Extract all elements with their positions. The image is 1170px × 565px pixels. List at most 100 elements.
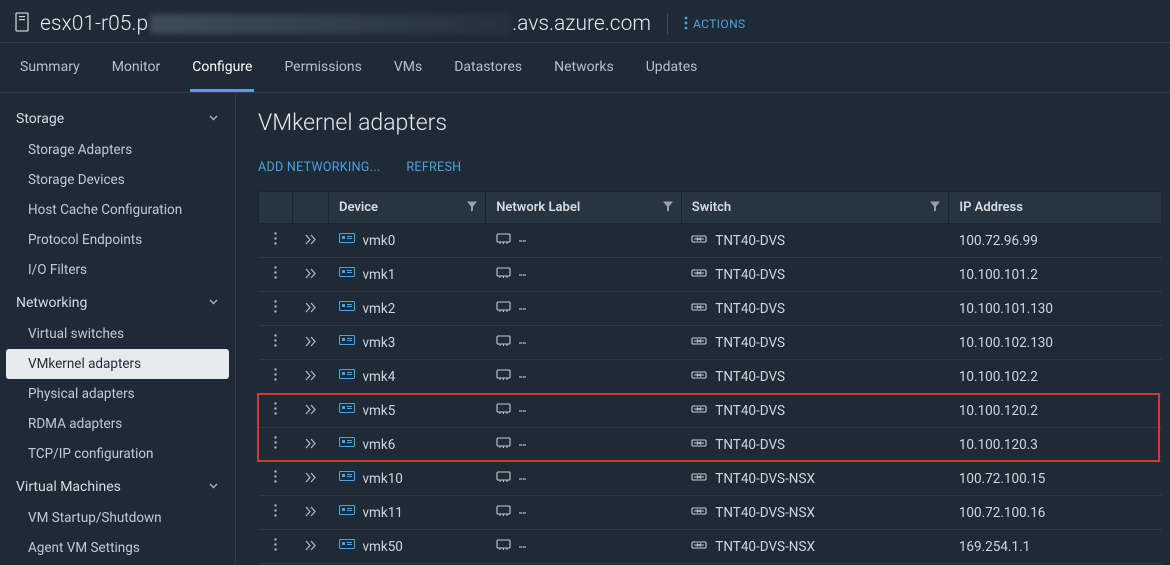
sidebar-group-virtual-machines[interactable]: Virtual Machines	[0, 469, 235, 503]
table-row[interactable]: vmk6--TNT40-DVS10.100.120.3	[259, 428, 1162, 462]
host-obscured	[150, 14, 510, 34]
row-expand[interactable]	[293, 496, 329, 530]
cell-switch: TNT40-DVS-NSX	[681, 530, 949, 564]
row-actions[interactable]	[259, 462, 293, 496]
nic-icon	[339, 403, 355, 419]
switch-icon	[691, 233, 707, 249]
sidebar-item-rdma-adapters[interactable]: RDMA adapters	[0, 409, 235, 439]
row-expand[interactable]	[293, 258, 329, 292]
tab-summary[interactable]: Summary	[18, 49, 82, 92]
add-networking-button[interactable]: ADD NETWORKING...	[258, 160, 380, 175]
sidebar-item-vmkernel-adapters[interactable]: VMkernel adapters	[6, 349, 229, 379]
cell-switch: TNT40-DVS	[681, 326, 949, 360]
row-actions[interactable]	[259, 292, 293, 326]
cell-switch: TNT40-DVS-NSX	[681, 462, 949, 496]
table-row[interactable]: vmk11--TNT40-DVS-NSX100.72.100.16	[259, 496, 1162, 530]
page-header: esx01-r05.p .avs.azure.com ACTIONS	[0, 0, 1170, 43]
sidebar-item-i-o-filters[interactable]: I/O Filters	[0, 255, 235, 285]
sidebar-item-tcp-ip-configuration[interactable]: TCP/IP configuration	[0, 439, 235, 469]
sidebar-item-storage-devices[interactable]: Storage Devices	[0, 165, 235, 195]
row-expand[interactable]	[293, 394, 329, 428]
table-row[interactable]: vmk3--TNT40-DVS10.100.102.130	[259, 326, 1162, 360]
row-expand[interactable]	[293, 326, 329, 360]
row-actions[interactable]	[259, 394, 293, 428]
chevron-down-icon	[208, 295, 219, 311]
sidebar-group-networking[interactable]: Networking	[0, 285, 235, 319]
cell-device: vmk50	[329, 530, 486, 564]
cell-device: vmk1	[329, 258, 486, 292]
table-row[interactable]: vmk50--TNT40-DVS-NSX169.254.1.1	[259, 530, 1162, 564]
row-actions[interactable]	[259, 428, 293, 462]
row-actions[interactable]	[259, 326, 293, 360]
sidebar-item-protocol-endpoints[interactable]: Protocol Endpoints	[0, 225, 235, 255]
row-expand[interactable]	[293, 292, 329, 326]
content-actions: ADD NETWORKING... REFRESH	[258, 160, 1162, 175]
col-switch[interactable]: Switch	[681, 192, 949, 224]
table-row[interactable]: vmk10--TNT40-DVS-NSX100.72.100.15	[259, 462, 1162, 496]
tab-datastores[interactable]: Datastores	[452, 49, 524, 92]
actions-label: ACTIONS	[693, 17, 746, 31]
cell-device: vmk4	[329, 360, 486, 394]
row-actions[interactable]	[259, 496, 293, 530]
table-row[interactable]: vmk4--TNT40-DVS10.100.102.2	[259, 360, 1162, 394]
switch-icon	[691, 301, 707, 317]
table-row[interactable]: vmk2--TNT40-DVS10.100.101.130	[259, 292, 1162, 326]
row-expand[interactable]	[293, 428, 329, 462]
sidebar-item-vm-startup-shutdown[interactable]: VM Startup/Shutdown	[0, 503, 235, 533]
nic-icon	[339, 267, 355, 283]
tab-networks[interactable]: Networks	[552, 49, 616, 92]
sidebar-group-storage[interactable]: Storage	[0, 101, 235, 135]
row-expand[interactable]	[293, 530, 329, 564]
portgroup-icon	[496, 301, 511, 317]
switch-icon	[691, 437, 707, 453]
cell-network-label: --	[486, 224, 682, 258]
chevron-down-icon	[208, 479, 219, 495]
tab-monitor[interactable]: Monitor	[110, 49, 163, 92]
row-expand[interactable]	[293, 224, 329, 258]
filter-icon[interactable]	[467, 200, 477, 215]
row-actions[interactable]	[259, 360, 293, 394]
cell-switch: TNT40-DVS	[681, 258, 949, 292]
actions-icon	[684, 16, 688, 33]
filter-icon[interactable]	[930, 200, 940, 215]
tab-vms[interactable]: VMs	[392, 49, 424, 92]
cell-switch: TNT40-DVS	[681, 428, 949, 462]
cell-ip: 169.254.1.1	[949, 530, 1162, 564]
tab-configure[interactable]: Configure	[190, 49, 254, 92]
table-row[interactable]: vmk1--TNT40-DVS10.100.101.2	[259, 258, 1162, 292]
nic-icon	[339, 369, 355, 385]
sidebar-item-virtual-switches[interactable]: Virtual switches	[0, 319, 235, 349]
row-actions[interactable]	[259, 224, 293, 258]
nic-icon	[339, 437, 355, 453]
col-device[interactable]: Device	[329, 192, 486, 224]
col-network-label[interactable]: Network Label	[486, 192, 682, 224]
portgroup-icon	[496, 437, 511, 453]
cell-switch: TNT40-DVS	[681, 292, 949, 326]
cell-ip: 100.72.100.16	[949, 496, 1162, 530]
col-ip[interactable]: IP Address	[949, 192, 1162, 224]
portgroup-icon	[496, 403, 511, 419]
row-actions[interactable]	[259, 530, 293, 564]
row-expand[interactable]	[293, 360, 329, 394]
tab-bar: Summary Monitor Configure Permissions VMs Dat…	[0, 43, 1170, 93]
row-actions[interactable]	[259, 258, 293, 292]
col-expand	[293, 192, 329, 224]
switch-icon	[691, 335, 707, 351]
switch-icon	[691, 505, 707, 521]
switch-icon	[691, 403, 707, 419]
host-icon	[14, 12, 30, 36]
filter-icon[interactable]	[663, 200, 673, 215]
tab-permissions[interactable]: Permissions	[282, 49, 363, 92]
nic-icon	[339, 301, 355, 317]
cell-ip: 10.100.120.3	[949, 428, 1162, 462]
row-expand[interactable]	[293, 462, 329, 496]
tab-updates[interactable]: Updates	[644, 49, 700, 92]
sidebar-item-storage-adapters[interactable]: Storage Adapters	[0, 135, 235, 165]
actions-menu[interactable]: ACTIONS	[684, 16, 746, 33]
table-row[interactable]: vmk0--TNT40-DVS100.72.96.99	[259, 224, 1162, 258]
sidebar-item-host-cache-configuration[interactable]: Host Cache Configuration	[0, 195, 235, 225]
table-row[interactable]: vmk5--TNT40-DVS10.100.120.2	[259, 394, 1162, 428]
refresh-button[interactable]: REFRESH	[406, 160, 461, 175]
sidebar-item-agent-vm-settings[interactable]: Agent VM Settings	[0, 533, 235, 563]
sidebar-item-physical-adapters[interactable]: Physical adapters	[0, 379, 235, 409]
